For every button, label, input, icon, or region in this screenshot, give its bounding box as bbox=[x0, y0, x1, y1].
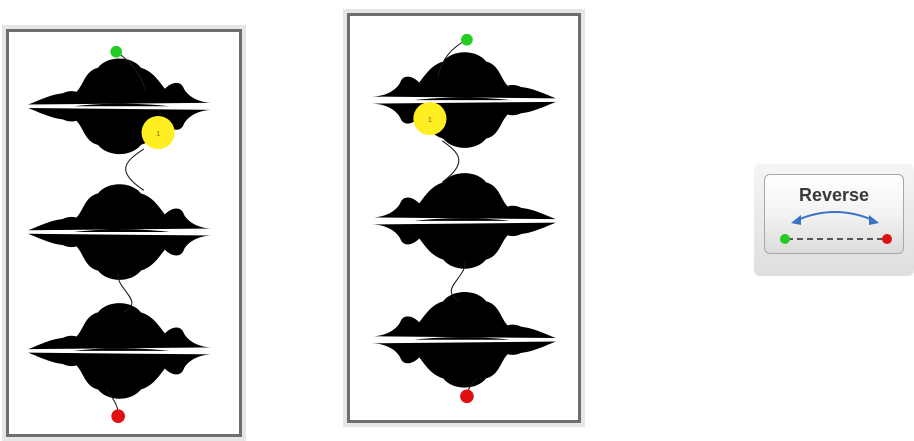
start-point-marker bbox=[461, 33, 473, 46]
step-marker-label: 1 bbox=[156, 131, 160, 138]
start-dot-icon bbox=[780, 234, 790, 244]
pattern-drawing-reversed: 1 bbox=[371, 33, 556, 404]
start-point-marker bbox=[110, 45, 123, 58]
reverse-button[interactable]: Reverse bbox=[754, 164, 914, 276]
step-marker-label: 1 bbox=[428, 117, 432, 124]
pattern-motifs bbox=[28, 51, 213, 415]
reverse-button-face[interactable]: Reverse bbox=[764, 174, 904, 254]
quilt-pattern-panel-original: 1 bbox=[6, 29, 242, 437]
end-dot-icon bbox=[882, 234, 892, 244]
end-point-marker bbox=[111, 409, 125, 424]
pattern-motifs bbox=[371, 39, 556, 397]
pattern-drawing-original: 1 bbox=[28, 45, 213, 424]
end-point-marker bbox=[460, 389, 474, 404]
reverse-direction-icon bbox=[780, 211, 892, 244]
quilt-pattern-panel-reversed: 1 bbox=[347, 13, 581, 423]
